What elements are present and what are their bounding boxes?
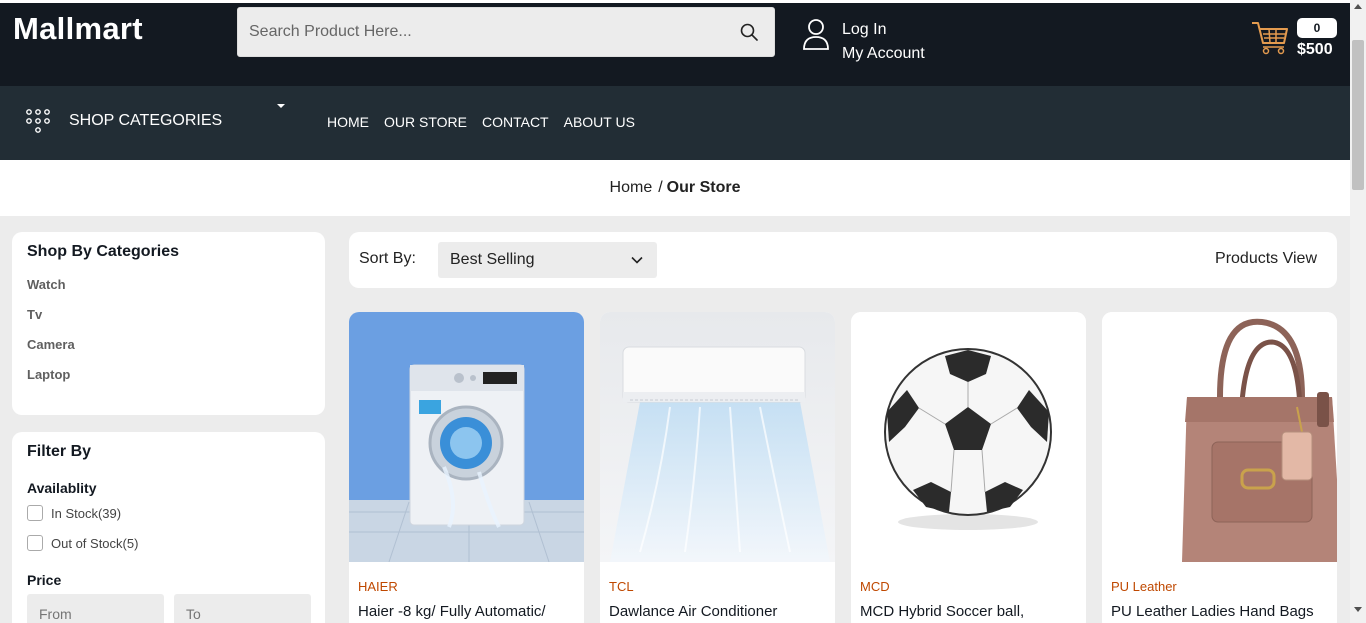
products-view-label: Products View <box>1215 250 1317 267</box>
sort-select[interactable]: Best Selling <box>438 242 657 278</box>
category-link-watch[interactable]: Watch <box>27 277 75 307</box>
category-link-camera[interactable]: Camera <box>27 337 75 367</box>
cart-total: $500 <box>1297 41 1333 58</box>
scroll-up-arrow-icon[interactable] <box>1354 4 1362 9</box>
filter-title: Filter By <box>27 443 92 460</box>
caret-down-icon <box>277 104 285 108</box>
top-header: Mallmart Log In My Account <box>0 0 1350 86</box>
product-card[interactable]: TCL Dawlance Air Conditioner <box>600 312 835 623</box>
breadcrumb-current: Our Store <box>666 179 741 196</box>
washing-machine-image <box>349 312 584 562</box>
availability-label: Availablity <box>27 480 97 496</box>
chevron-down-icon <box>631 256 643 264</box>
search-box <box>237 7 775 57</box>
soccer-ball-image <box>851 312 1086 562</box>
product-title[interactable]: Haier -8 kg/ Fully Automatic/ <box>358 603 546 620</box>
account-link[interactable]: Log In My Account <box>802 18 925 66</box>
nav-link-about-us[interactable]: ABOUT US <box>564 114 635 130</box>
out-of-stock-option[interactable]: Out of Stock(5) <box>27 535 138 551</box>
my-account-link[interactable]: My Account <box>842 42 925 66</box>
out-of-stock-label: Out of Stock(5) <box>51 535 139 551</box>
nav-link-our-store[interactable]: OUR STORE <box>384 114 467 130</box>
nav-menu: HOME OUR STORE CONTACT ABOUT US <box>327 114 650 130</box>
grid-menu-icon <box>26 109 50 133</box>
product-card[interactable]: PU Leather PU Leather Ladies Hand Bags <box>1102 312 1337 623</box>
product-title[interactable]: MCD Hybrid Soccer ball, <box>860 603 1024 620</box>
category-link-tv[interactable]: Tv <box>27 307 75 337</box>
nav-link-home[interactable]: HOME <box>327 114 369 130</box>
search-icon <box>740 23 758 41</box>
handbag-image <box>1102 312 1337 562</box>
main-navbar: SHOP CATEGORIES HOME OUR STORE CONTACT A… <box>0 86 1350 160</box>
product-card[interactable]: MCD MCD Hybrid Soccer ball, <box>851 312 1086 623</box>
shop-categories-label: SHOP CATEGORIES <box>69 112 223 129</box>
price-from-input[interactable] <box>27 594 164 623</box>
product-brand: PU Leather <box>1111 579 1177 594</box>
air-conditioner-image <box>600 312 835 562</box>
in-stock-label: In Stock(39) <box>51 505 122 521</box>
product-brand: TCL <box>609 579 634 594</box>
product-brand: HAIER <box>358 579 398 594</box>
in-stock-option[interactable]: In Stock(39) <box>27 505 121 521</box>
price-to-input[interactable] <box>174 594 311 623</box>
scrollbar-thumb[interactable] <box>1352 40 1364 190</box>
price-label: Price <box>27 572 62 588</box>
product-title[interactable]: PU Leather Ladies Hand Bags <box>1111 603 1314 620</box>
categories-title: Shop By Categories <box>27 243 180 260</box>
nav-link-contact[interactable]: CONTACT <box>482 114 549 130</box>
login-link[interactable]: Log In <box>842 18 925 42</box>
shop-categories-dropdown[interactable]: SHOP CATEGORIES <box>25 104 290 134</box>
page-scrollbar[interactable] <box>1350 0 1366 623</box>
out-of-stock-checkbox[interactable] <box>27 535 43 551</box>
search-button[interactable] <box>724 8 774 56</box>
cart-button[interactable] <box>1251 19 1289 60</box>
sort-selected-value: Best Selling <box>450 251 535 268</box>
search-input[interactable] <box>238 8 718 56</box>
breadcrumb-home[interactable]: Home <box>610 179 653 196</box>
breadcrumb: Home / Our Store <box>0 160 1350 216</box>
category-link-laptop[interactable]: Laptop <box>27 367 75 397</box>
categories-panel: Shop By Categories Watch Tv Camera Lapto… <box>12 232 325 415</box>
in-stock-checkbox[interactable] <box>27 505 43 521</box>
product-title[interactable]: Dawlance Air Conditioner <box>609 603 777 620</box>
cart-icon <box>1252 22 1288 55</box>
product-card[interactable]: HAIER Haier -8 kg/ Fully Automatic/ <box>349 312 584 623</box>
scroll-down-arrow-icon[interactable] <box>1354 607 1362 612</box>
user-icon <box>803 19 829 50</box>
product-brand: MCD <box>860 579 890 594</box>
sort-bar: Sort By: Best Selling Products View <box>349 232 1337 288</box>
cart-count-badge: 0 <box>1297 18 1337 38</box>
sort-by-label: Sort By: <box>359 250 416 267</box>
site-logo[interactable]: Mallmart <box>13 11 143 47</box>
breadcrumb-separator: / <box>658 179 663 196</box>
